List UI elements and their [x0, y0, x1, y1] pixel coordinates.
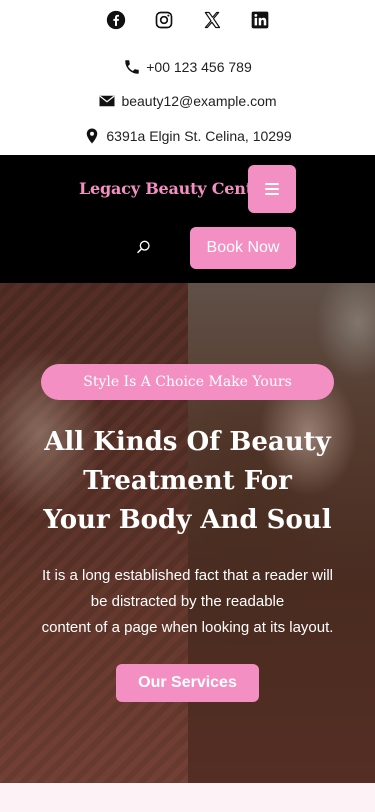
contact-address: 6391a Elgin St. Celina, 10299: [0, 126, 375, 146]
hero-description-line: It is a long established fact that a rea…: [42, 567, 333, 584]
contact-email[interactable]: beauty12@example.com: [0, 91, 375, 111]
our-services-button[interactable]: Our Services: [116, 664, 259, 702]
hero-title-line: Your Body And Soul: [43, 505, 332, 535]
hero-section: Style Is A Choice Make Yours All Kinds O…: [0, 283, 375, 783]
mail-icon: [98, 92, 116, 110]
book-now-button[interactable]: Book Now: [190, 227, 296, 269]
brand-logo[interactable]: Legacy Beauty Center: [79, 179, 271, 198]
hero-title-line: All Kinds Of Beauty: [44, 427, 331, 457]
hero-description-line: content of a page when looking at its la…: [41, 619, 334, 636]
instagram-icon[interactable]: [154, 8, 174, 32]
facebook-icon[interactable]: [106, 8, 126, 32]
hero-title: All Kinds Of Beauty Treatment For Your B…: [0, 423, 375, 540]
hero-title-line: Treatment For: [83, 466, 292, 496]
linkedin-icon[interactable]: [250, 8, 270, 32]
x-twitter-icon[interactable]: [202, 8, 222, 32]
hero-description: It is a long established fact that a rea…: [0, 563, 375, 641]
hamburger-menu-icon: [265, 183, 279, 195]
phone-text: +00 123 456 789: [146, 59, 252, 75]
hamburger-menu-button[interactable]: [248, 165, 296, 213]
next-section-strip: [0, 783, 375, 812]
phone-icon: [123, 58, 141, 76]
contact-phone[interactable]: +00 123 456 789: [0, 57, 375, 77]
contact-topbar: +00 123 456 789 beauty12@example.com 639…: [0, 0, 375, 155]
site-header: Legacy Beauty Center Book Now: [0, 155, 375, 283]
search-icon[interactable]: [136, 239, 154, 257]
hero-tagline-badge: Style Is A Choice Make Yours: [41, 364, 334, 400]
address-text: 6391a Elgin St. Celina, 10299: [106, 128, 292, 144]
social-links: [0, 8, 375, 32]
email-text: beauty12@example.com: [121, 93, 277, 109]
hero-description-line: be distracted by the readable: [90, 593, 285, 610]
location-pin-icon: [83, 127, 101, 145]
